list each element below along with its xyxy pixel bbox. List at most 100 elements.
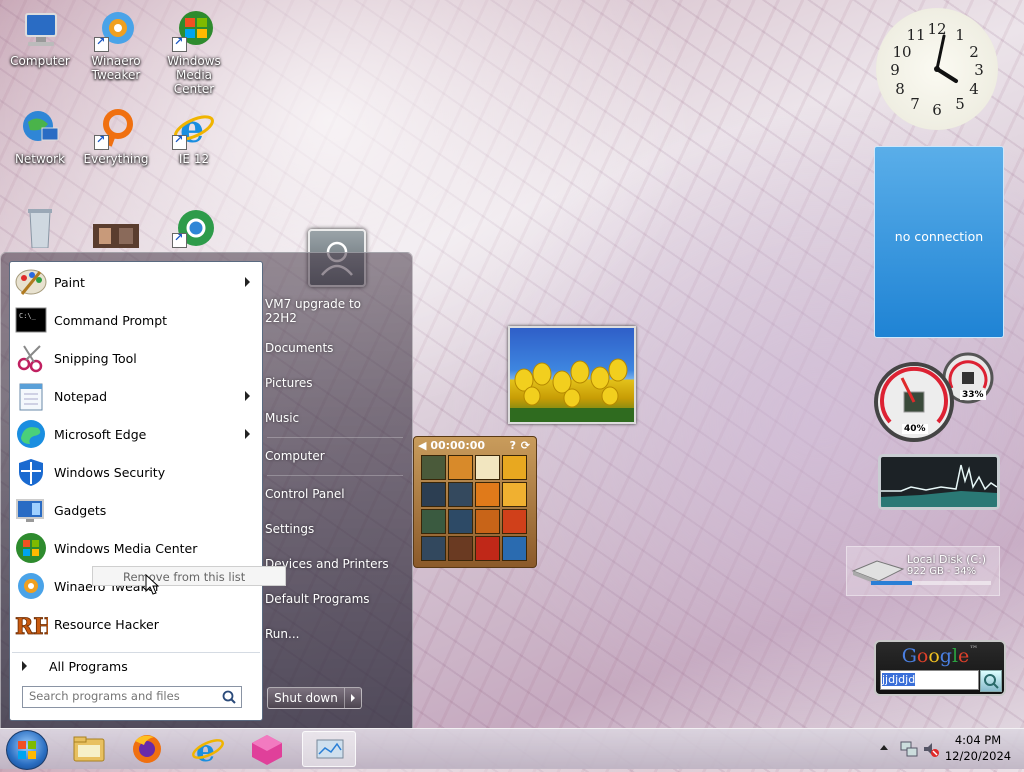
puzzle-tile[interactable]: [502, 536, 527, 561]
svg-text:e: e: [196, 734, 215, 767]
back-icon[interactable]: ◀: [418, 439, 426, 452]
taskbar-date: 12/20/2024: [944, 749, 1012, 763]
app-item-label: Command Prompt: [54, 312, 168, 328]
right-link-pictures[interactable]: Pictures: [265, 376, 407, 390]
winaero-tweaker-icon: [94, 8, 138, 52]
puzzle-tile[interactable]: [421, 536, 446, 561]
desktop-icon-ie12[interactable]: e IE 12: [154, 106, 234, 166]
notepad-icon: [14, 380, 48, 412]
app-item-notepad[interactable]: Notepad: [12, 378, 260, 414]
svg-text:4: 4: [969, 80, 979, 98]
app-item-command-prompt[interactable]: C:\_ Command Prompt: [12, 302, 260, 338]
picture-puzzle-gadget[interactable]: ◀ 00:00:00 ? ⟳: [413, 436, 537, 568]
show-hidden-icons-arrow-icon[interactable]: [880, 745, 888, 750]
all-programs-button[interactable]: All Programs: [12, 652, 260, 679]
shutdown-button[interactable]: Shut down: [267, 687, 362, 709]
search-input[interactable]: [23, 687, 219, 705]
start-button[interactable]: [6, 730, 48, 770]
puzzle-tile[interactable]: [448, 455, 473, 480]
help-icon[interactable]: ?: [510, 439, 516, 452]
taskbar-app-pink[interactable]: [240, 731, 294, 767]
taskbar-gadgets-active[interactable]: [302, 731, 356, 767]
google-search-button[interactable]: [980, 670, 1002, 692]
right-link-control-panel[interactable]: Control Panel: [265, 487, 407, 501]
puzzle-tile[interactable]: [475, 536, 500, 561]
app-item-microsoft-edge[interactable]: Microsoft Edge: [12, 416, 260, 452]
desktop-icon-recycle-bin[interactable]: [0, 204, 80, 250]
app-item-windows-media-center[interactable]: Windows Media Center: [12, 530, 260, 566]
right-link-computer[interactable]: Computer: [265, 449, 407, 463]
right-link-settings[interactable]: Settings: [265, 522, 407, 536]
puzzle-tile[interactable]: [502, 455, 527, 480]
app-item-gadgets[interactable]: Gadgets: [12, 492, 260, 528]
shortcut-arrow-icon: [94, 35, 109, 52]
start-menu: Paint C:\_ Command Prompt Snipping Tool …: [0, 252, 413, 730]
network-icon: [18, 106, 62, 150]
network-tray-icon[interactable]: [900, 740, 918, 758]
app-item-resource-hacker[interactable]: RH Resource Hacker: [12, 606, 260, 642]
puzzle-tile[interactable]: [502, 509, 527, 534]
puzzle-tile[interactable]: [421, 455, 446, 480]
puzzle-tile[interactable]: [502, 482, 527, 507]
pink-cube-icon: [252, 735, 282, 765]
puzzle-tile[interactable]: [448, 482, 473, 507]
right-link-music[interactable]: Music: [265, 411, 407, 425]
drive-usage-fill: [871, 581, 912, 585]
desktop-icon-everything[interactable]: Everything: [76, 106, 156, 166]
puzzle-tile[interactable]: [475, 482, 500, 507]
puzzle-tile[interactable]: [421, 509, 446, 534]
shield-icon: [14, 456, 48, 488]
right-link-user-folder[interactable]: VM7 upgrade to 22H2: [265, 297, 375, 325]
app-item-label: Gadgets: [54, 502, 107, 518]
desktop-icon-winaero-tweaker[interactable]: Winaero Tweaker: [76, 8, 156, 82]
app-item-windows-security[interactable]: Windows Security: [12, 454, 260, 490]
submenu-arrow-icon[interactable]: [245, 277, 250, 287]
shutdown-options-arrow-icon[interactable]: [345, 688, 361, 708]
taskbar-internet-explorer[interactable]: e: [180, 731, 234, 769]
puzzle-tile[interactable]: [475, 455, 500, 480]
clock-gadget[interactable]: 12 1 2 345 678 9 10 11: [876, 8, 998, 130]
slideshow-gadget[interactable]: [508, 326, 636, 424]
svg-text:8: 8: [895, 80, 905, 98]
desktop-icon-windows-media-center[interactable]: Windows Media Center: [154, 8, 234, 96]
weather-gadget[interactable]: no connection: [874, 146, 1004, 338]
app-item-paint[interactable]: Paint: [12, 264, 260, 300]
drive-gadget[interactable]: Local Disk (C:) 922 GB - 34%: [846, 546, 1000, 596]
app-item-snipping-tool[interactable]: Snipping Tool: [12, 340, 260, 376]
microsoft-edge-icon: [14, 418, 48, 450]
right-link-documents[interactable]: Documents: [265, 341, 407, 355]
desktop-icon-media[interactable]: [76, 204, 156, 250]
puzzle-tile[interactable]: [475, 509, 500, 534]
desktop-icon-label: Computer: [10, 54, 70, 68]
google-search-gadget[interactable]: Google™ jjdjdjd: [874, 640, 1006, 696]
desktop-icon-label: Winaero Tweaker: [91, 54, 141, 82]
puzzle-tile[interactable]: [421, 482, 446, 507]
submenu-arrow-icon[interactable]: [245, 429, 250, 439]
taskbar-clock[interactable]: 4:04 PM 12/20/2024: [944, 732, 1012, 764]
google-search-input[interactable]: jjdjdjd: [880, 670, 979, 690]
desktop-icon-computer[interactable]: Computer: [0, 8, 80, 68]
taskbar-file-explorer[interactable]: [62, 731, 116, 767]
volume-muted-icon[interactable]: [922, 740, 940, 758]
taskbar-firefox[interactable]: [120, 731, 174, 767]
cpu-meter-gadget[interactable]: 40% 33%: [874, 352, 1000, 444]
cpu-percent: 40%: [902, 424, 928, 434]
desktop-icon-chrome[interactable]: [154, 204, 234, 250]
internet-explorer-icon: e: [192, 734, 224, 769]
right-link-default-programs[interactable]: Default Programs: [265, 592, 407, 606]
right-link-devices-and-printers[interactable]: Devices and Printers: [265, 557, 407, 571]
resource-hacker-icon: RH: [14, 608, 55, 641]
remove-from-list-menu-item[interactable]: Remove from this list: [92, 566, 286, 586]
recycle-bin-icon: [18, 204, 62, 249]
cpu-history-graph: [881, 464, 998, 507]
shuffle-icon[interactable]: ⟳: [521, 439, 530, 452]
submenu-arrow-icon[interactable]: [245, 391, 250, 401]
start-search-box[interactable]: [22, 686, 242, 708]
cpu-graph-gadget[interactable]: [878, 454, 1000, 510]
desktop-icon-network[interactable]: Network: [0, 106, 80, 166]
puzzle-tile[interactable]: [448, 509, 473, 534]
right-link-run[interactable]: Run...: [265, 627, 407, 641]
browser-icon: [172, 204, 216, 248]
puzzle-tile[interactable]: [448, 536, 473, 561]
all-programs-label: All Programs: [49, 658, 128, 674]
